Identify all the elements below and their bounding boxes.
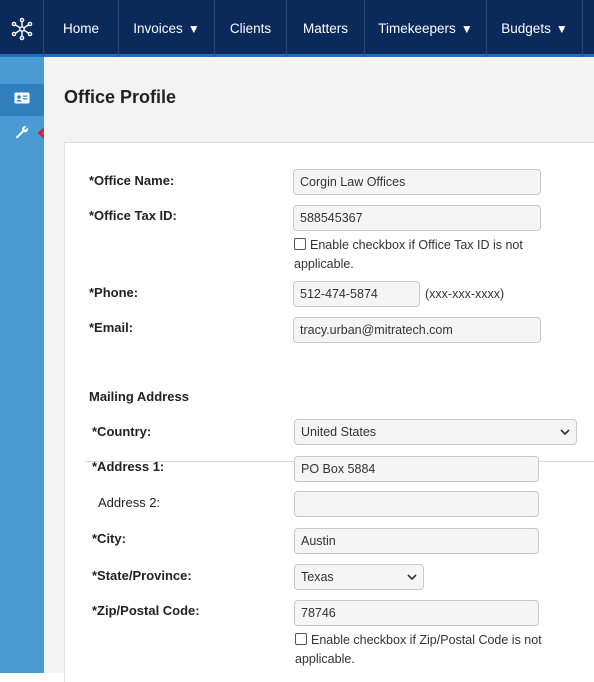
caret-down-icon: ▼ [187,21,200,36]
nav-invoices[interactable]: Invoices ▼ [119,0,215,57]
office-name-label: *Office Name: [89,173,175,188]
nav-home[interactable]: Home [44,0,119,57]
office-tax-id-input[interactable] [293,205,541,231]
zip-na-row: Enable checkbox if Zip/Postal Code is no… [295,631,545,669]
email-label: *Email: [89,320,134,335]
address2-label: Address 2: [98,495,161,510]
rail-profile-button[interactable] [0,84,44,116]
address1-label: *Address 1: [92,459,165,474]
nav-timekeepers[interactable]: Timekeepers ▼ [365,0,487,57]
nav-timekeepers-label: Timekeepers [378,21,456,36]
email-input[interactable] [293,317,541,343]
country-select[interactable]: United States [294,419,577,445]
address2-input[interactable] [294,491,539,517]
main-content: Office Profile *Office Name: *Office Tax… [44,57,594,682]
tax-id-na-label: Enable checkbox if Office Tax ID is not … [294,238,523,271]
country-select-value: United States [301,425,377,439]
nav-matters-label: Matters [302,21,348,36]
nav-clients-label: Clients [229,21,272,36]
nav-home-label: Home [62,21,99,36]
state-select[interactable]: Texas [294,564,424,590]
address1-input[interactable] [294,456,539,482]
tax-id-na-checkbox[interactable] [294,238,306,250]
wrench-icon [15,125,29,144]
top-nav: Home Invoices ▼ Clients Matters Timekeep… [0,0,594,57]
state-label: *State/Province: [92,568,192,583]
phone-input[interactable] [293,281,420,307]
caret-down-icon: ▼ [555,21,568,36]
nav-budgets-label: Budgets [501,21,551,36]
office-name-input[interactable] [293,169,541,195]
country-label: *Country: [92,424,152,439]
id-card-icon [14,91,30,109]
state-select-value: Texas [301,570,334,584]
page-title: Office Profile [64,87,177,107]
nav-matters[interactable]: Matters [287,0,365,57]
city-label: *City: [92,531,126,546]
office-profile-form: *Office Name: *Office Tax ID: Enable che… [64,142,594,682]
nav-invoices-label: Invoices [133,21,183,36]
phone-label: *Phone: [89,285,139,300]
office-tax-id-label: *Office Tax ID: [89,208,177,223]
nav-budgets[interactable]: Budgets ▼ [487,0,583,57]
city-input[interactable] [294,528,539,554]
tax-id-na-row: Enable checkbox if Office Tax ID is not … [294,236,544,274]
network-hub-icon[interactable] [0,0,44,57]
zip-input[interactable] [294,600,539,626]
phone-format-hint: (xxx-xxx-xxxx) [425,287,505,301]
chevron-down-icon [407,570,417,584]
chevron-down-icon [560,425,570,439]
zip-na-label: Enable checkbox if Zip/Postal Code is no… [295,633,542,666]
nav-clients[interactable]: Clients [215,0,287,57]
mailing-address-heading: Mailing Address [89,389,189,404]
caret-down-icon: ▼ [460,21,473,36]
zip-na-checkbox[interactable] [295,633,307,645]
zip-label: *Zip/Postal Code: [92,603,200,618]
